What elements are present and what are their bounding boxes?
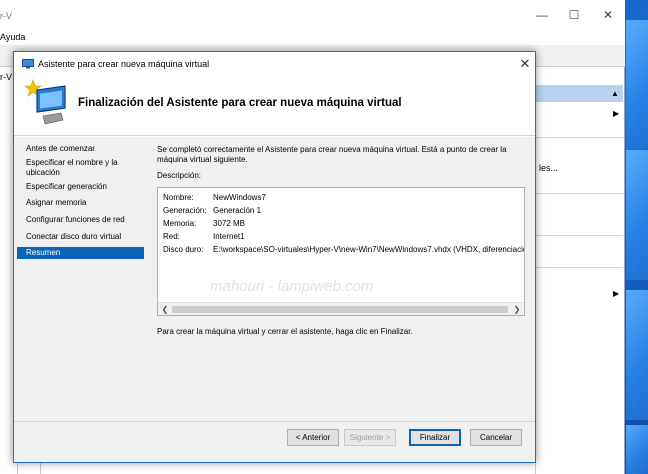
description-label: Descripción: <box>157 171 202 180</box>
summary-key: Memoria: <box>163 219 197 228</box>
menu-help[interactable]: Ayuda <box>0 32 25 42</box>
horizontal-scrollbar[interactable]: ❮ ❯ <box>158 302 524 315</box>
dialog-footer: < Anterior Siguiente > Finalizar Cancela… <box>14 421 535 462</box>
bg-titlebar: r-V — ☐ ✕ <box>0 0 625 30</box>
step-item-virtual-disk[interactable]: Conectar disco duro virtual <box>17 232 144 242</box>
wallpaper-pane <box>626 425 648 474</box>
wallpaper-pane <box>626 20 648 150</box>
summary-value: Generación 1 <box>213 206 262 215</box>
tree-root-label[interactable]: r-V <box>0 72 12 82</box>
divider <box>536 193 623 194</box>
expand-right-icon[interactable]: ▶ <box>613 109 619 118</box>
summary-value: Internet1 <box>213 232 245 241</box>
bg-actions-panel: ▲ ▶ les... ▶ <box>535 85 623 474</box>
step-item-name-location[interactable]: Especificar el nombre y la ubicación <box>17 158 144 178</box>
finish-button[interactable]: Finalizar <box>409 429 461 446</box>
bg-window-title: r-V <box>0 11 12 21</box>
dialog-header: Finalización del Asistente para crear nu… <box>14 76 535 136</box>
wallpaper-pane <box>626 150 648 280</box>
bg-menubar: Ayuda <box>0 30 625 45</box>
summary-value: 3072 MB <box>213 219 246 228</box>
maximize-icon[interactable]: ☐ <box>567 8 581 22</box>
scroll-left-icon[interactable]: ❮ <box>159 304 171 315</box>
minimize-icon[interactable]: — <box>535 8 549 22</box>
summary-key: Nombre: <box>163 193 194 202</box>
step-item-before-start[interactable]: Antes de comenzar <box>17 144 144 154</box>
wallpaper-pane <box>626 290 648 420</box>
divider <box>14 421 535 422</box>
close-icon[interactable]: ✕ <box>518 56 532 72</box>
step-item-memory[interactable]: Asignar memoria <box>17 198 144 208</box>
summary-value: E:\workspace\SO-virtuales\Hyper-V\new-Wi… <box>213 245 525 254</box>
divider <box>536 235 623 236</box>
next-button[interactable]: Siguiente > <box>344 429 396 446</box>
scroll-right-icon[interactable]: ❯ <box>511 304 523 315</box>
watermark: mahouri - lampiweb.com <box>210 278 374 295</box>
summary-key: Generación: <box>163 206 207 215</box>
page-title: Finalización del Asistente para crear nu… <box>78 97 402 109</box>
summary-list[interactable]: Nombre: NewWindows7 Generación: Generaci… <box>157 187 525 316</box>
scrollbar-thumb[interactable] <box>172 306 508 313</box>
divider <box>536 137 623 138</box>
actions-header[interactable]: ▲ <box>536 85 623 102</box>
step-item-summary[interactable]: Resumen <box>17 247 144 259</box>
expand-right-icon[interactable]: ▶ <box>613 289 619 298</box>
step-item-generation[interactable]: Especificar generación <box>17 182 144 192</box>
dialog-titlebar: Asistente para crear nueva máquina virtu… <box>14 52 535 76</box>
summary-value: NewWindows7 <box>213 193 266 202</box>
summary-key: Red: <box>163 232 180 241</box>
new-vm-wizard-dialog: Asistente para crear nueva máquina virtu… <box>13 51 536 463</box>
new-vm-icon <box>24 79 66 125</box>
actions-item-label[interactable]: les... <box>539 163 558 173</box>
cancel-button[interactable]: Cancelar <box>470 429 522 446</box>
wizard-steps-nav: Antes de comenzar Especificar el nombre … <box>17 140 144 410</box>
divider <box>536 267 623 268</box>
back-button[interactable]: < Anterior <box>287 429 339 446</box>
finish-instructions: Para crear la máquina virtual y cerrar e… <box>157 327 413 336</box>
collapse-up-icon[interactable]: ▲ <box>611 89 619 98</box>
close-icon[interactable]: ✕ <box>601 8 615 22</box>
monitor-icon <box>22 59 34 69</box>
step-item-networking[interactable]: Configurar funciones de red <box>17 215 144 225</box>
intro-text: Se completó correctamente el Asistente p… <box>157 145 507 164</box>
summary-key: Disco duro: <box>163 245 204 254</box>
dialog-title: Asistente para crear nueva máquina virtu… <box>38 59 210 69</box>
